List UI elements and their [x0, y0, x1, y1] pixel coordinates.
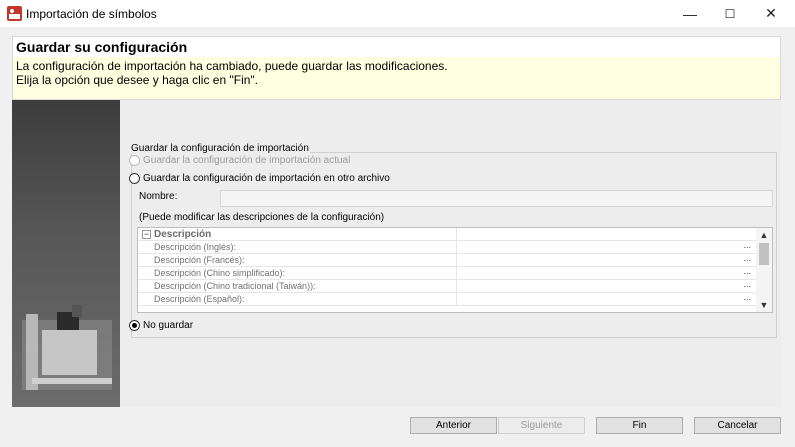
ellipsis-button[interactable]: ... [743, 240, 751, 250]
hint-text: (Puede modificar las descripciones de la… [139, 212, 385, 223]
cancel-button[interactable]: Cancelar [694, 417, 781, 434]
option-label: No guardar [143, 320, 194, 331]
option-label: Guardar la configuración de importación … [143, 155, 351, 166]
grid-scrollbar[interactable]: ▲ ▼ [756, 228, 772, 312]
row-label: Descripción (Chino tradicional (Taiwán))… [154, 281, 316, 291]
row-value[interactable]: ... [456, 253, 755, 266]
row-label: Descripción (Francés): [154, 255, 245, 265]
maximize-button[interactable]: ☐ [707, 0, 753, 27]
row-value[interactable]: ... [456, 292, 755, 305]
ellipsis-button[interactable]: ... [743, 253, 751, 263]
row-value[interactable]: ... [456, 240, 755, 253]
grid-category-row[interactable]: − Descripción [138, 228, 756, 241]
name-field[interactable] [220, 190, 773, 207]
ellipsis-button[interactable]: ... [743, 279, 751, 289]
option-label: Guardar la configuración de importación … [143, 173, 390, 184]
grid-row[interactable]: Descripción (Español): ... [138, 292, 756, 306]
page-title: Guardar su configuración [16, 39, 188, 55]
category-value [456, 228, 755, 240]
row-value[interactable]: ... [456, 279, 755, 292]
close-button[interactable]: ✕ [748, 0, 794, 27]
radio-no-save[interactable] [129, 320, 140, 331]
group-legend: Guardar la configuración de importación [130, 143, 310, 154]
header-banner: Guardar su configuración La configuració… [12, 36, 781, 100]
row-value[interactable]: ... [456, 266, 755, 279]
grid-row[interactable]: Descripción (Inglés): ... [138, 240, 756, 254]
radio-save-other-file[interactable] [129, 173, 140, 184]
next-button[interactable]: Siguiente [498, 417, 585, 434]
scroll-up-icon[interactable]: ▲ [756, 228, 772, 242]
page-description: La configuración de importación ha cambi… [16, 59, 448, 87]
scroll-down-icon[interactable]: ▼ [756, 298, 772, 312]
side-image-panel [12, 100, 120, 407]
option-no-save[interactable]: No guardar [129, 320, 193, 331]
finish-button[interactable]: Fin [596, 417, 683, 434]
option-save-current: Guardar la configuración de importación … [129, 155, 350, 166]
grid-row[interactable]: Descripción (Chino tradicional (Taiwán))… [138, 279, 756, 293]
radio-save-current [129, 155, 140, 166]
name-label: Nombre: [139, 191, 178, 202]
collapse-icon[interactable]: − [142, 230, 151, 239]
description-grid: − Descripción Descripción (Inglés): ... … [137, 227, 773, 313]
grid-row[interactable]: Descripción (Chino simplificado): ... [138, 266, 756, 280]
category-label: Descripción [154, 229, 212, 240]
scroll-thumb[interactable] [759, 243, 769, 265]
machine-illustration [22, 305, 112, 390]
app-icon [7, 6, 22, 21]
back-button[interactable]: Anterior [410, 417, 497, 434]
ellipsis-button[interactable]: ... [743, 266, 751, 276]
row-label: Descripción (Inglés): [154, 242, 237, 252]
window-title: Importación de símbolos [26, 7, 157, 21]
row-label: Descripción (Español): [154, 294, 245, 304]
ellipsis-button[interactable]: ... [743, 292, 751, 302]
row-label: Descripción (Chino simplificado): [154, 268, 286, 278]
option-save-other-file[interactable]: Guardar la configuración de importación … [129, 173, 390, 184]
grid-row[interactable]: Descripción (Francés): ... [138, 253, 756, 267]
